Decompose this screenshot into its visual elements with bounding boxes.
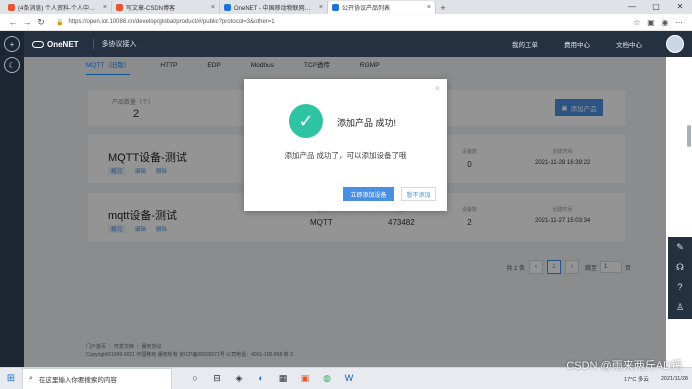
dialog-message: 添加产品 成功了，可以添加设备了哦 (284, 151, 407, 160)
back-icon[interactable]: ← (6, 17, 20, 27)
weather-widget[interactable]: 17°C 多云 (624, 375, 649, 383)
favorite-icon[interactable]: ☆ (630, 18, 644, 27)
add-device-now-button[interactable]: 立即添加设备 (343, 187, 394, 201)
store-icon[interactable]: ▦ (272, 373, 294, 384)
media-icon[interactable]: ◈ (228, 373, 250, 384)
more-icon[interactable]: ⋯ (672, 18, 686, 27)
widgets-icon[interactable]: ⊟ (206, 373, 228, 384)
maximize-icon[interactable]: ▢ (644, 0, 668, 14)
close-tab-icon[interactable]: × (211, 4, 215, 11)
check-icon: ✓ (289, 104, 323, 138)
header-link-billing[interactable]: 费用中心 (564, 39, 590, 49)
forward-icon[interactable]: → (20, 17, 34, 27)
right-toolbar: ✎ ☊ ? ♙ (668, 237, 692, 319)
logo-icon (32, 40, 44, 48)
browser-tab-strip: (4条消息) 个人资料-个人中心-C × 写文章-CSDN博客 × OneNET -… (0, 0, 692, 14)
onenet-icon (332, 4, 339, 11)
close-tab-icon[interactable]: × (319, 4, 323, 11)
moon-icon[interactable]: ☾ (4, 57, 20, 73)
dialog-title: 添加产品 成功! (337, 118, 397, 128)
edge-icon[interactable]: ◐ (250, 373, 272, 384)
header-link-docs[interactable]: 文档中心 (616, 39, 642, 49)
add-icon[interactable]: + (4, 36, 20, 52)
wechat-icon[interactable]: ◍ (316, 373, 338, 384)
windows-start-icon[interactable]: ⊞ (0, 373, 22, 384)
header-subtitle: 多协议接入 (92, 39, 137, 49)
refresh-icon[interactable]: ↻ (34, 17, 48, 28)
onenet-logo[interactable]: OneNET (32, 40, 79, 49)
onenet-icon (224, 4, 231, 11)
clock[interactable]: 2021/11/28 (661, 376, 688, 383)
watermark: CSDN @雨来两斤AD钙 (566, 360, 682, 372)
lock-icon: 🔒 (56, 19, 64, 26)
browser-tab-2[interactable]: OneNET - 中国移动物联网开放平 × (220, 1, 328, 14)
close-tab-icon[interactable]: × (427, 4, 431, 11)
not-now-button[interactable]: 暂不添加 (401, 187, 436, 201)
header-link-tickets[interactable]: 我的工单 (512, 39, 538, 49)
new-tab-button[interactable]: + (436, 1, 450, 14)
left-rail: + ☾ (0, 31, 24, 367)
search-icon: ⌕ (29, 374, 33, 382)
taskbar-search[interactable]: ⌕ 在这里输入你要搜索的内容 (22, 367, 172, 389)
address-bar: ← → ↻ 🔒 https://open.iot.10086.cn/develop… (0, 14, 692, 31)
headset-icon[interactable]: ☊ (668, 257, 692, 277)
word-icon[interactable]: W (338, 373, 360, 384)
close-window-icon[interactable]: ✕ (668, 0, 692, 14)
collections-icon[interactable]: ▣ (644, 18, 658, 27)
minimize-icon[interactable]: — (620, 0, 644, 14)
profile-icon[interactable]: ◉ (658, 18, 672, 27)
url-field[interactable]: 🔒 https://open.iot.10086.cn/develop/globa… (56, 16, 630, 28)
window-controls: — ▢ ✕ (620, 0, 692, 14)
browser-tab-3[interactable]: 公开协议产品列表 × (328, 1, 436, 14)
app-header: OneNET 多协议接入 我的工单 费用中心 文档中心 (24, 31, 692, 57)
close-icon[interactable]: × (435, 83, 440, 93)
close-tab-icon[interactable]: × (103, 4, 107, 11)
csdn-icon (8, 4, 15, 11)
scrollbar[interactable] (687, 125, 691, 147)
success-dialog: × ✓ 添加产品 成功! 添加产品 成功了，可以添加设备了哦 立即添加设备 暂不… (244, 79, 447, 211)
browser-tab-1[interactable]: 写文章-CSDN博客 × (112, 1, 220, 14)
pen-icon[interactable]: ✎ (668, 237, 692, 257)
csdn-icon (116, 4, 123, 11)
help-icon[interactable]: ? (668, 277, 692, 297)
browser-tab-0[interactable]: (4条消息) 个人资料-个人中心-C × (4, 1, 112, 14)
user-icon[interactable]: ♙ (668, 297, 692, 317)
task-view-icon[interactable]: ○ (184, 373, 206, 384)
app-icon[interactable]: ▣ (294, 373, 316, 384)
avatar[interactable] (666, 35, 684, 53)
